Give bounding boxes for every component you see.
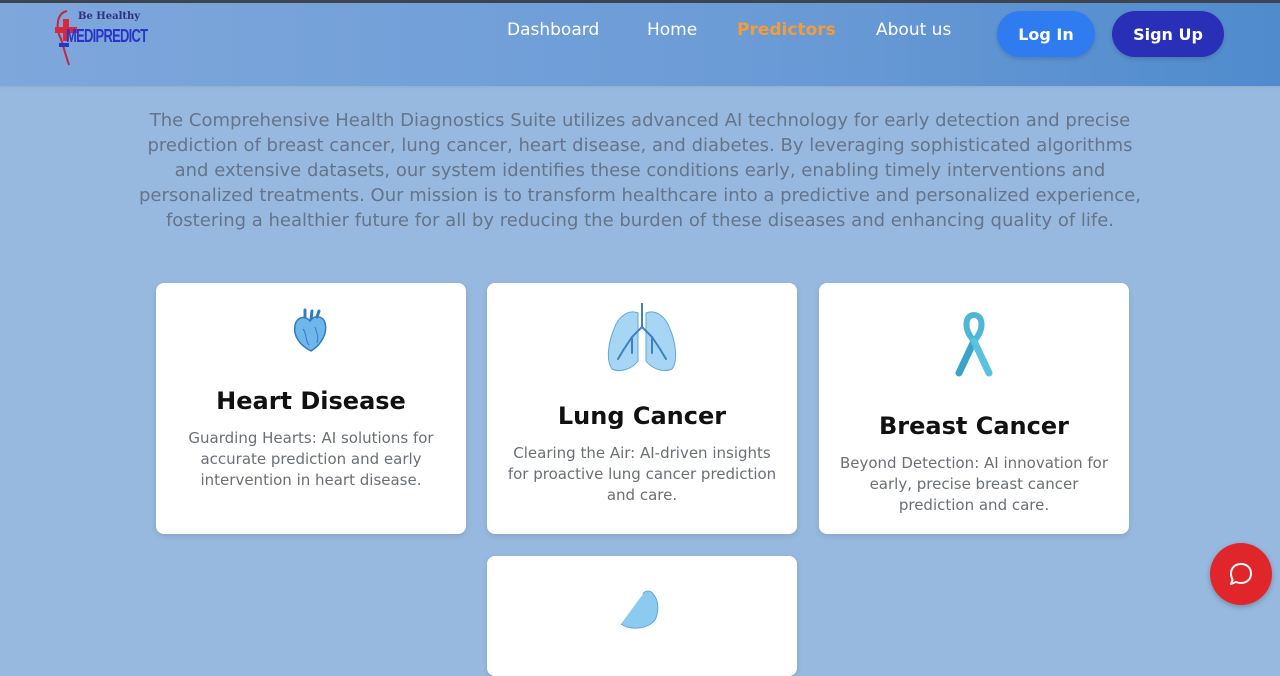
predictor-card-lung-cancer[interactable]: Lung Cancer Clearing the Air: AI-driven … xyxy=(487,283,797,534)
heart-organ-icon xyxy=(293,308,327,352)
predictor-card-diabetes[interactable] xyxy=(487,556,797,676)
navbar: Be Healthy MEDIPREDICT Dashboard Home Pr… xyxy=(0,3,1280,86)
card-title: Heart Disease xyxy=(216,387,406,415)
intro-paragraph: The Comprehensive Health Diagnostics Sui… xyxy=(139,110,1141,231)
brand-tagline: Be Healthy xyxy=(78,11,141,22)
nav-link-predictors[interactable]: Predictors xyxy=(737,20,836,40)
lungs-icon xyxy=(607,303,677,372)
nav-link-home[interactable]: Home xyxy=(647,20,697,40)
card-title: Breast Cancer xyxy=(879,412,1069,440)
brand-name: MEDIPREDICT xyxy=(66,26,148,46)
card-description: Beyond Detection: AI innovation for earl… xyxy=(839,454,1109,514)
brand-logo[interactable]: Be Healthy MEDIPREDICT xyxy=(53,5,148,67)
login-button[interactable]: Log In xyxy=(997,11,1095,57)
signup-button[interactable]: Sign Up xyxy=(1112,11,1224,57)
stomach-icon xyxy=(620,590,659,629)
card-title: Lung Cancer xyxy=(557,402,727,430)
chat-bubble-icon xyxy=(1230,563,1252,585)
card-description: Clearing the Air: AI-driven insights for… xyxy=(507,444,777,504)
predictor-card-breast-cancer[interactable]: Breast Cancer Beyond Detection: AI innov… xyxy=(819,283,1129,534)
predictor-card-heart-disease[interactable]: Heart Disease Guarding Hearts: AI soluti… xyxy=(156,283,466,534)
nav-link-dashboard[interactable]: Dashboard xyxy=(507,20,599,40)
awareness-ribbon-icon xyxy=(955,312,993,377)
card-description: Guarding Hearts: AI solutions for accura… xyxy=(188,429,434,489)
chat-button[interactable] xyxy=(1210,543,1272,605)
nav-link-about-us[interactable]: About us xyxy=(876,20,951,40)
